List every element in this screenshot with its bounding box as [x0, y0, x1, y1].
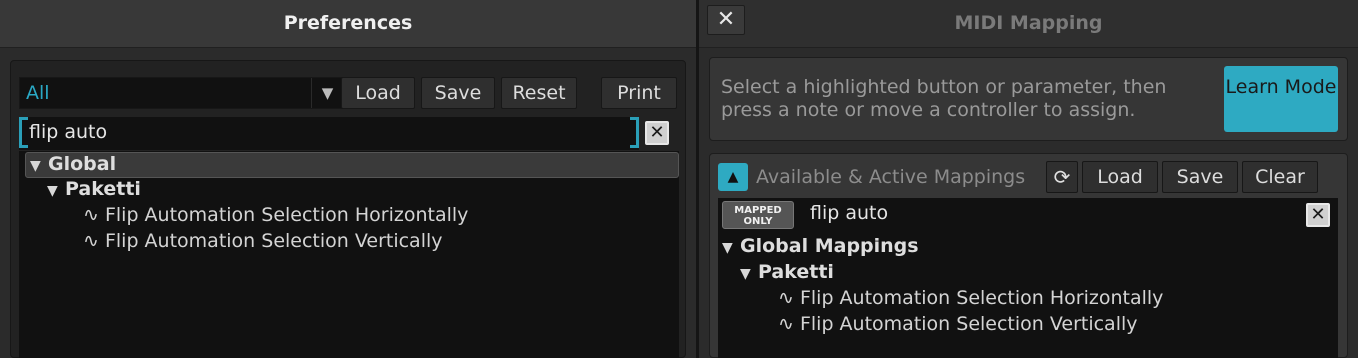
sync-icon[interactable]: ⟳	[1046, 161, 1078, 193]
clear-mappings-search-icon[interactable]: ✕	[1306, 203, 1330, 227]
midi-mapping-title: MIDI Mapping	[954, 12, 1103, 34]
reset-button[interactable]: Reset	[501, 77, 577, 109]
mappings-search-input[interactable]: flip auto	[800, 198, 1300, 231]
preferences-panel: Preferences All ▼ Load Save Reset Print …	[0, 0, 696, 358]
mapping-row-flip-horizontally[interactable]: ∿ Flip Automation Selection Horizontally	[718, 287, 1338, 313]
mappings-section-label: Available & Active Mappings	[756, 166, 1026, 188]
midi-mapping-titlebar: ✕ MIDI Mapping	[699, 0, 1358, 48]
mappings-tree: MAPPED ONLY flip auto ✕ ▼ Global Mappings…	[718, 198, 1338, 358]
expanded-triangle-icon[interactable]: ▼	[740, 266, 758, 282]
mappings-clear-button[interactable]: Clear	[1242, 161, 1318, 193]
mapping-row-global[interactable]: ▼ Global Mappings	[718, 235, 1338, 261]
midi-instructions-text: Select a highlighted button or parameter…	[721, 76, 1167, 121]
tree-row-label: Flip Automation Selection Vertically	[799, 313, 1138, 335]
mappings-save-button[interactable]: Save	[1162, 161, 1238, 193]
expanded-triangle-icon[interactable]: ▼	[47, 183, 65, 199]
mapping-row-flip-vertically[interactable]: ∿ Flip Automation Selection Vertically	[718, 313, 1338, 339]
category-dropdown[interactable]: All ▼	[19, 77, 344, 109]
print-button[interactable]: Print	[601, 77, 677, 109]
learn-mode-button[interactable]: Learn Mode	[1224, 66, 1338, 132]
preferences-tree: ▼ Global ▼ Paketti ∿ Flip Automation Selec…	[19, 151, 679, 358]
mapped-only-toggle[interactable]: MAPPED ONLY	[722, 201, 794, 229]
category-dropdown-value: All	[26, 82, 50, 104]
automation-icon: ∿	[778, 287, 794, 309]
tree-row-label: Global	[48, 153, 117, 175]
midi-instructions-box: Select a highlighted button or parameter…	[709, 57, 1348, 141]
mappings-search-value: flip auto	[810, 202, 889, 224]
tree-row-flip-vertically[interactable]: ∿ Flip Automation Selection Vertically	[19, 230, 679, 256]
tree-row-label: Flip Automation Selection Horizontally	[799, 287, 1164, 309]
automation-icon: ∿	[778, 313, 794, 335]
tree-row-label: Paketti	[758, 261, 834, 283]
preferences-title: Preferences	[283, 12, 413, 34]
automation-icon: ∿	[83, 204, 99, 226]
search-bracket-left	[19, 117, 28, 148]
collapse-up-icon[interactable]: ▲	[718, 163, 748, 191]
tree-row-label: Flip Automation Selection Vertically	[104, 230, 443, 252]
preferences-search-value: flip auto	[29, 121, 108, 143]
midi-mapping-panel: ✕ MIDI Mapping Select a highlighted butt…	[699, 0, 1358, 358]
expanded-triangle-icon[interactable]: ▼	[722, 240, 740, 256]
mappings-load-button[interactable]: Load	[1082, 161, 1158, 193]
save-button[interactable]: Save	[421, 77, 495, 109]
automation-icon: ∿	[83, 230, 99, 252]
tree-row-flip-horizontally[interactable]: ∿ Flip Automation Selection Horizontally	[19, 204, 679, 230]
preferences-content: All ▼ Load Save Reset Print flip auto ✕ …	[10, 60, 686, 358]
tree-row-label: Flip Automation Selection Horizontally	[104, 204, 469, 226]
tree-row-label: Paketti	[65, 178, 141, 200]
mapping-row-paketti[interactable]: ▼ Paketti	[718, 261, 1338, 287]
tree-row-label: Global Mappings	[740, 235, 919, 257]
tree-row-paketti[interactable]: ▼ Paketti	[19, 178, 679, 204]
expanded-triangle-icon[interactable]: ▼	[30, 158, 48, 174]
clear-search-icon[interactable]: ✕	[645, 121, 669, 145]
tree-row-global[interactable]: ▼ Global	[25, 152, 679, 178]
preferences-search-input[interactable]: flip auto	[19, 117, 639, 150]
search-bracket-right	[630, 117, 639, 148]
mappings-box: ▲ Available & Active Mappings ⟳ Load Sav…	[709, 153, 1348, 358]
preferences-titlebar: Preferences	[0, 0, 696, 48]
chevron-down-icon[interactable]: ▼	[311, 78, 343, 108]
load-button[interactable]: Load	[341, 77, 415, 109]
